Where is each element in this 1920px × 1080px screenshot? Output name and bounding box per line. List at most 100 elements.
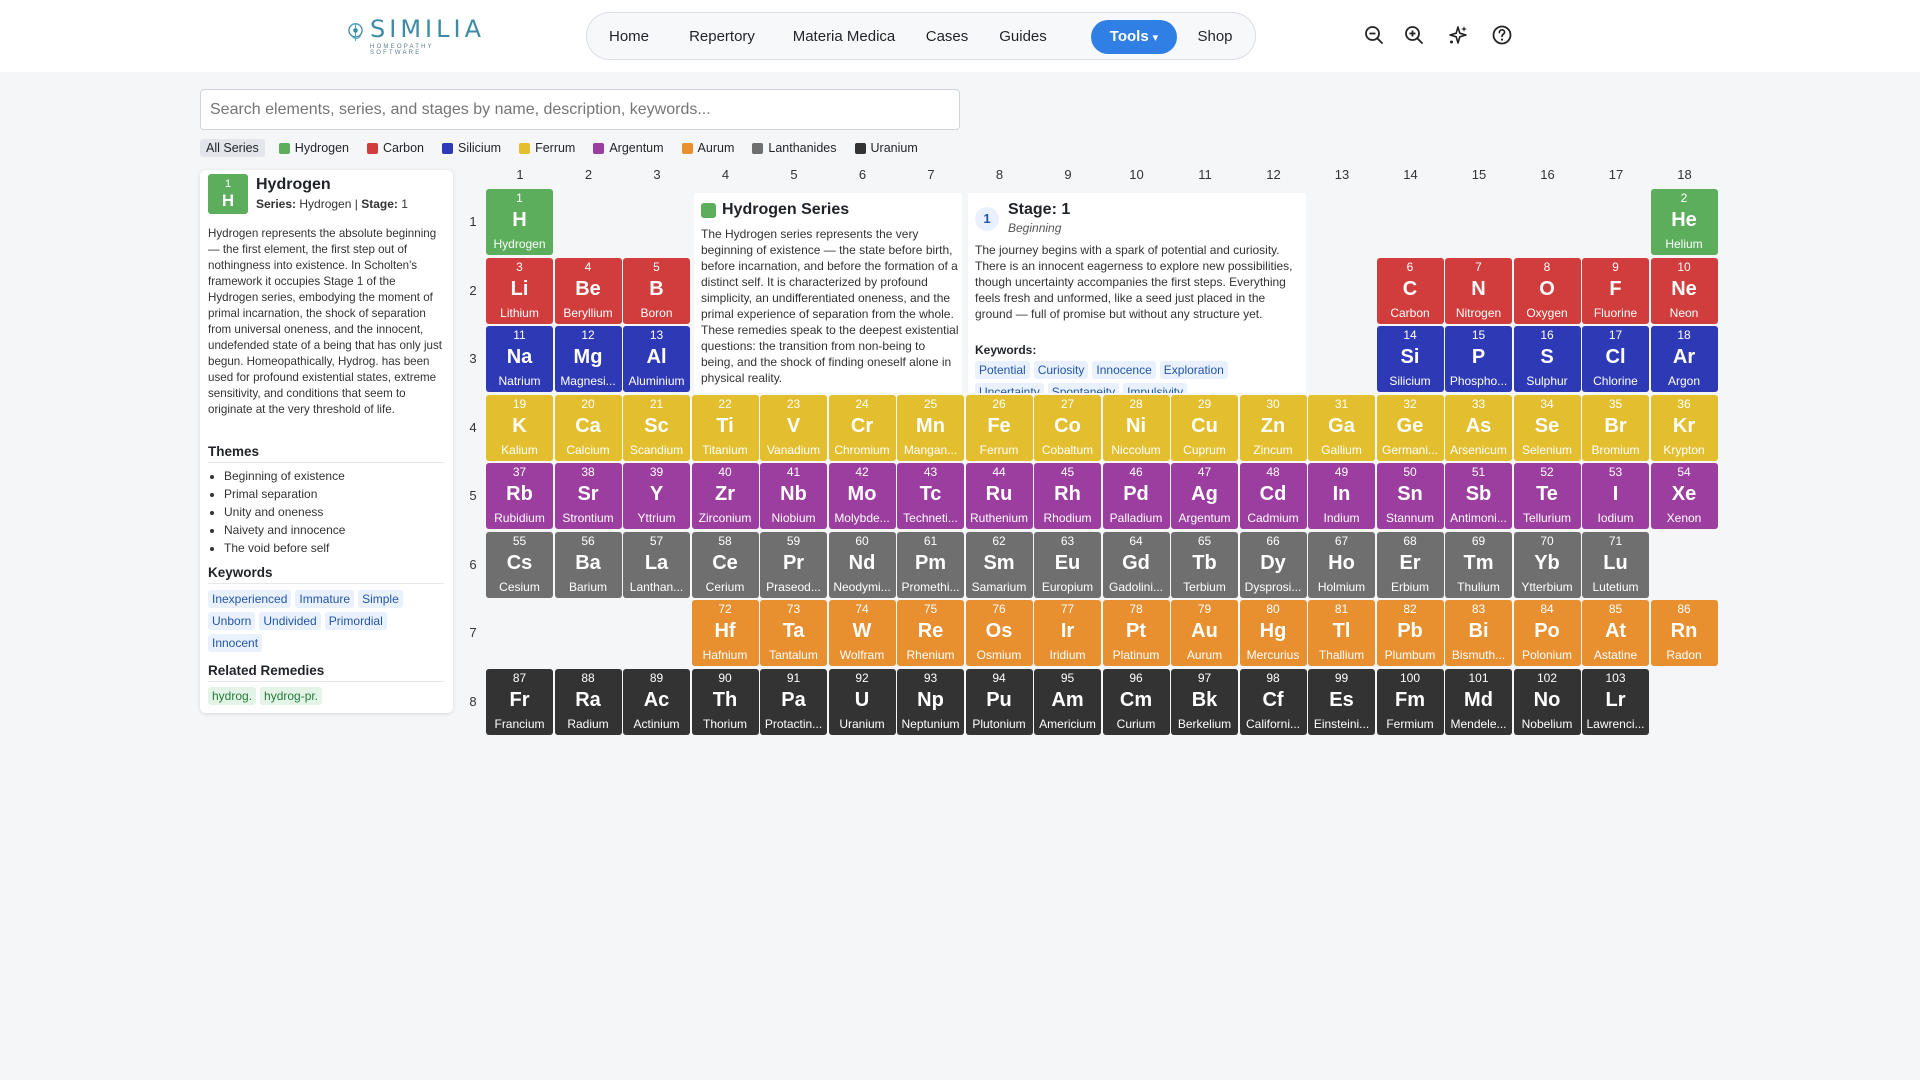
element-tile-ag[interactable]: 47 Ag Argentum (1171, 463, 1238, 529)
filter-aurum[interactable]: Aurum (676, 139, 741, 157)
element-tile-n[interactable]: 7 N Nitrogen (1445, 257, 1512, 324)
element-tile-u[interactable]: 92 U Uranium (828, 668, 896, 735)
element-tile-eu[interactable]: 63 Eu Europium (1034, 531, 1101, 598)
element-tile-ce[interactable]: 58 Ce Cerium (691, 531, 759, 598)
element-tile-c[interactable]: 6 C Carbon (1376, 257, 1444, 324)
element-tile-fe[interactable]: 26 Fe Ferrum (965, 394, 1033, 461)
element-tile-ru[interactable]: 44 Ru Ruthenium (965, 463, 1033, 529)
keyword-chip[interactable]: Innocent (208, 634, 263, 652)
keyword-chip[interactable]: Unborn (208, 612, 256, 630)
element-tile-er[interactable]: 68 Er Erbium (1376, 531, 1444, 598)
nav-home[interactable]: Home (597, 20, 661, 54)
element-tile-th[interactable]: 90 Th Thorium (691, 668, 759, 735)
element-tile-dy[interactable]: 66 Dy Dysprosi... (1239, 531, 1307, 598)
keyword-chip[interactable]: Exploration (1159, 361, 1228, 379)
nav-materia-medica[interactable]: Materia Medica (783, 20, 905, 54)
element-tile-cu[interactable]: 29 Cu Cuprum (1171, 394, 1238, 461)
element-tile-ir[interactable]: 77 Ir Iridium (1034, 600, 1101, 666)
filter-ferrum[interactable]: Ferrum (513, 139, 581, 157)
element-tile-lr[interactable]: 103 Lr Lawrenci... (1582, 668, 1649, 735)
element-tile-bk[interactable]: 97 Bk Berkelium (1171, 668, 1238, 735)
similia-logo[interactable]: SIMILIA HOMEOPATHY SOFTWARE (345, 15, 485, 57)
element-tile-se[interactable]: 34 Se Selenium (1513, 394, 1581, 461)
element-tile-ne[interactable]: 10 Ne Neon (1650, 257, 1718, 324)
element-tile-os[interactable]: 76 Os Osmium (965, 600, 1033, 666)
element-tile-fm[interactable]: 100 Fm Fermium (1376, 668, 1444, 735)
keyword-chip[interactable]: Immature (295, 590, 355, 608)
element-tile-re[interactable]: 75 Re Rhenium (897, 600, 964, 666)
element-tile-si[interactable]: 14 Si Silicium (1376, 326, 1444, 392)
element-tile-yb[interactable]: 70 Yb Ytterbium (1513, 531, 1581, 598)
keyword-chip[interactable]: Inexperienced (208, 590, 292, 608)
keyword-chip[interactable]: Potential (975, 361, 1030, 379)
element-tile-p[interactable]: 15 P Phospho... (1445, 326, 1512, 392)
nav-cases[interactable]: Cases (917, 20, 977, 54)
element-tile-md[interactable]: 101 Md Mendele... (1445, 668, 1512, 735)
filter-lanthanides[interactable]: Lanthanides (746, 139, 842, 157)
zoom-out-icon[interactable] (1363, 24, 1385, 46)
element-tile-hf[interactable]: 72 Hf Hafnium (691, 600, 759, 666)
element-tile-ni[interactable]: 28 Ni Niccolum (1102, 394, 1170, 461)
element-tile-pm[interactable]: 61 Pm Promethi... (897, 531, 964, 598)
element-tile-mn[interactable]: 25 Mn Mangan... (897, 394, 964, 461)
element-tile-at[interactable]: 85 At Astatine (1582, 600, 1649, 666)
keyword-chip[interactable]: Undivided (259, 612, 321, 630)
element-tile-cd[interactable]: 48 Cd Cadmium (1239, 463, 1307, 529)
element-tile-tl[interactable]: 81 Tl Thallium (1308, 600, 1375, 666)
zoom-in-icon[interactable] (1403, 24, 1425, 46)
element-tile-la[interactable]: 57 La Lanthan... (623, 531, 690, 598)
element-tile-al[interactable]: 13 Al Aluminium (623, 326, 690, 392)
element-tile-zr[interactable]: 40 Zr Zirconium (691, 463, 759, 529)
element-tile-pr[interactable]: 59 Pr Praseod... (760, 531, 827, 598)
element-tile-ga[interactable]: 31 Ga Gallium (1308, 394, 1375, 461)
element-tile-as[interactable]: 33 As Arsenicum (1445, 394, 1512, 461)
element-tile-pu[interactable]: 94 Pu Plutonium (965, 668, 1033, 735)
element-tile-ac[interactable]: 89 Ac Actinium (623, 668, 690, 735)
element-tile-sr[interactable]: 38 Sr Strontium (554, 463, 622, 529)
element-tile-ra[interactable]: 88 Ra Radium (554, 668, 622, 735)
element-tile-sb[interactable]: 51 Sb Antimoni... (1445, 463, 1512, 529)
keyword-chip[interactable]: Uncertainty (975, 383, 1044, 393)
keyword-chip[interactable]: Spontaneity (1047, 383, 1120, 393)
remedy-chip[interactable]: hydrog-pr. (260, 687, 323, 705)
element-tile-fr[interactable]: 87 Fr Francium (486, 668, 553, 735)
element-tile-cs[interactable]: 55 Cs Cesium (486, 531, 553, 598)
element-tile-ge[interactable]: 32 Ge Germani... (1376, 394, 1444, 461)
element-tile-ti[interactable]: 22 Ti Titanium (691, 394, 759, 461)
element-tile-no[interactable]: 102 No Nobelium (1513, 668, 1581, 735)
element-tile-sm[interactable]: 62 Sm Samarium (965, 531, 1033, 598)
element-tile-ho[interactable]: 67 Ho Holmium (1308, 531, 1375, 598)
element-tile-lu[interactable]: 71 Lu Lutetium (1582, 531, 1649, 598)
element-tile-mg[interactable]: 12 Mg Magnesi... (554, 326, 622, 392)
element-tile-s[interactable]: 16 S Sulphur (1513, 326, 1581, 392)
keyword-chip[interactable]: Curiosity (1033, 361, 1089, 379)
element-tile-nd[interactable]: 60 Nd Neodymi... (828, 531, 896, 598)
element-tile-f[interactable]: 9 F Fluorine (1582, 257, 1649, 324)
element-tile-pb[interactable]: 82 Pb Plumbum (1376, 600, 1444, 666)
element-tile-ca[interactable]: 20 Ca Calcium (554, 394, 622, 461)
remedy-chip[interactable]: hydrog. (208, 687, 257, 705)
element-tile-k[interactable]: 19 K Kalium (486, 394, 553, 461)
search-input[interactable] (200, 89, 960, 130)
element-tile-co[interactable]: 27 Co Cobaltum (1034, 394, 1101, 461)
keyword-chip[interactable]: Primordial (324, 612, 387, 630)
filter-uranium[interactable]: Uranium (849, 139, 924, 157)
element-tile-po[interactable]: 84 Po Polonium (1513, 600, 1581, 666)
filter-argentum[interactable]: Argentum (587, 139, 669, 157)
keyword-chip[interactable]: Simple (358, 590, 403, 608)
element-tile-ar[interactable]: 18 Ar Argon (1650, 326, 1718, 392)
element-tile-am[interactable]: 95 Am Americium (1034, 668, 1101, 735)
element-tile-i[interactable]: 53 I Iodium (1582, 463, 1649, 529)
filter-all-series[interactable]: All Series (200, 139, 265, 157)
element-tile-sc[interactable]: 21 Sc Scandium (623, 394, 690, 461)
element-tile-tb[interactable]: 65 Tb Terbium (1171, 531, 1238, 598)
element-tile-cf[interactable]: 98 Cf Californi... (1239, 668, 1307, 735)
help-circle-icon[interactable] (1491, 24, 1513, 46)
keyword-chip[interactable]: Innocence (1092, 361, 1156, 379)
element-tile-be[interactable]: 4 Be Beryllium (554, 257, 622, 324)
element-tile-kr[interactable]: 36 Kr Krypton (1650, 394, 1718, 461)
element-tile-nb[interactable]: 41 Nb Niobium (760, 463, 827, 529)
element-tile-br[interactable]: 35 Br Bromium (1582, 394, 1649, 461)
element-tile-pa[interactable]: 91 Pa Protactin... (760, 668, 827, 735)
element-tile-y[interactable]: 39 Y Yttrium (623, 463, 690, 529)
